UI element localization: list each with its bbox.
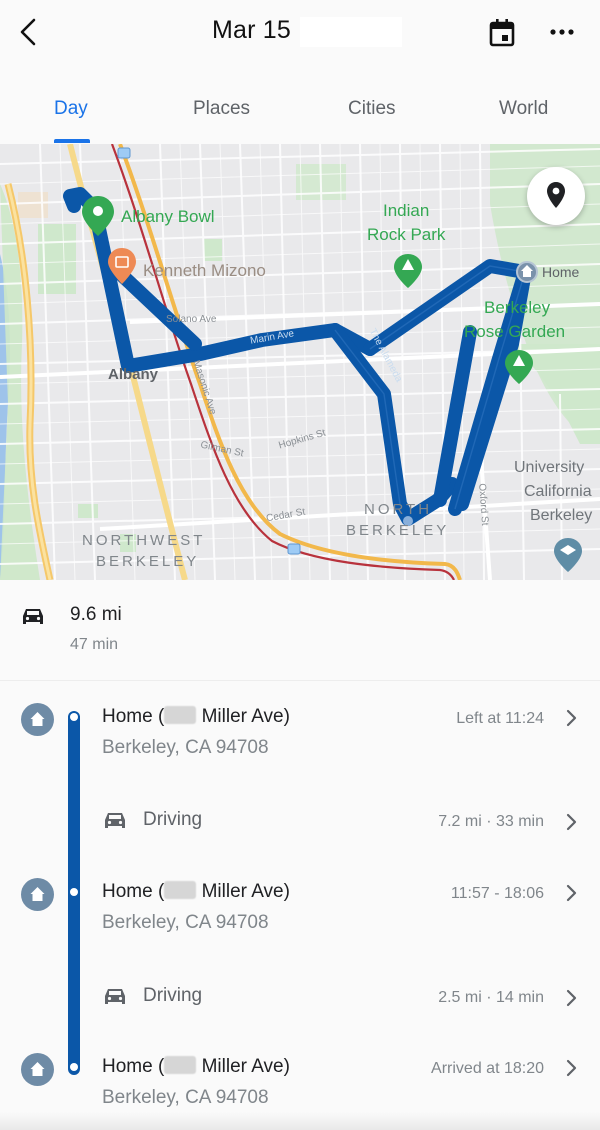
home-icon	[30, 887, 45, 901]
map-label-north-berkeley: BERKELEY	[346, 522, 450, 539]
map-label-rock-park: Rock Park	[367, 225, 446, 244]
map-pin-icon	[547, 182, 565, 208]
car-icon	[105, 813, 125, 828]
calendar-button[interactable]	[488, 18, 516, 48]
map-label-northwest-berkeley: BERKELEY	[96, 553, 200, 570]
more-horizontal-icon	[550, 29, 574, 35]
place-name: Home ( Miller Ave)	[102, 1056, 290, 1077]
home-place-icon	[21, 703, 54, 736]
map-label-berkeley-uc: Berkeley	[530, 507, 593, 524]
map-label-albany: Albany	[108, 366, 159, 383]
activity-distance-duration: 2.5 mi · 14 min	[438, 989, 544, 1006]
active-tab-indicator	[54, 139, 90, 143]
timeline-place-row[interactable]: Home ( Miller Ave) Berkeley, CA 94708 11…	[0, 876, 600, 946]
chevron-right-icon	[566, 1059, 577, 1077]
tab-places[interactable]: Places	[193, 98, 250, 120]
home-icon	[30, 712, 45, 726]
chevron-right-icon	[566, 813, 577, 831]
page-title: Mar 15	[212, 16, 292, 44]
bottom-edge-shadow	[0, 1112, 600, 1130]
tab-cities[interactable]: Cities	[348, 98, 396, 120]
place-address: Berkeley, CA 94708	[102, 912, 269, 933]
timeline: Home ( Miller Ave) Berkeley, CA 94708 Le…	[0, 681, 600, 1130]
street-label-solano: Solano Ave	[166, 314, 217, 325]
activity-label: Driving	[143, 809, 203, 830]
calendar-icon	[489, 19, 515, 47]
map-label-berkeley: Berkeley	[484, 298, 551, 317]
home-icon	[30, 1062, 45, 1076]
chevron-right-icon	[566, 884, 577, 902]
timeline-move-row[interactable]: Driving 2.5 mi · 14 min	[0, 977, 600, 1017]
map-label-indian: Indian	[383, 201, 430, 220]
total-duration: 47 min	[70, 636, 119, 653]
day-summary: 9.6 mi 47 min	[0, 580, 600, 680]
back-button[interactable]	[14, 14, 46, 50]
place-address: Berkeley, CA 94708	[102, 737, 269, 758]
place-name: Home ( Miller Ave)	[102, 881, 290, 902]
place-address: Berkeley, CA 94708	[102, 1087, 269, 1108]
redacted-number	[164, 881, 197, 899]
map-label-north: NORTH	[364, 501, 433, 518]
map-label-california: California	[524, 483, 592, 500]
map-label-rose-garden: Rose Garden	[464, 322, 566, 341]
car-icon	[105, 989, 125, 1004]
map-label-home: Home	[542, 264, 580, 280]
app-header: Mar 15	[0, 0, 600, 66]
place-name: Home ( Miller Ave)	[102, 706, 290, 727]
map-label-kenneth-mizono: Kenneth Mizono	[143, 261, 266, 280]
timeline-place-row[interactable]: Home ( Miller Ave) Berkeley, CA 94708 Ar…	[0, 1051, 600, 1121]
chevron-right-icon	[566, 989, 577, 1007]
timeline-place-row[interactable]: Home ( Miller Ave) Berkeley, CA 94708 Le…	[0, 701, 600, 771]
map-label-albany-bowl: Albany Bowl	[121, 207, 215, 226]
place-time: 11:57 - 18:06	[450, 885, 544, 902]
redacted-number	[164, 706, 197, 724]
locate-places-button[interactable]	[527, 167, 585, 225]
map-label-university: University	[514, 459, 585, 476]
home-marker	[516, 261, 538, 283]
place-time: Arrived at 18:20	[431, 1060, 544, 1077]
tab-bar: Day Places Cities World	[0, 80, 600, 144]
total-distance: 9.6 mi	[70, 604, 122, 625]
map-label-northwest: NORTHWEST	[82, 532, 206, 549]
tab-world[interactable]: World	[499, 98, 548, 120]
more-options-button[interactable]	[545, 20, 579, 44]
title-redacted-area	[300, 17, 402, 47]
timeline-move-row[interactable]: Driving 7.2 mi · 33 min	[0, 801, 600, 841]
car-icon	[23, 609, 43, 624]
activity-label: Driving	[143, 985, 203, 1006]
redacted-number	[164, 1056, 197, 1074]
home-place-icon	[21, 878, 54, 911]
chevron-right-icon	[566, 709, 577, 727]
chevron-left-icon	[20, 18, 36, 46]
home-place-icon	[21, 1053, 54, 1086]
route-map[interactable]: Albany Bowl Kenneth Mizono Indian Rock P…	[0, 144, 600, 580]
place-time: Left at 11:24	[456, 710, 544, 727]
tab-day[interactable]: Day	[54, 98, 88, 120]
activity-distance-duration: 7.2 mi · 33 min	[438, 813, 544, 830]
